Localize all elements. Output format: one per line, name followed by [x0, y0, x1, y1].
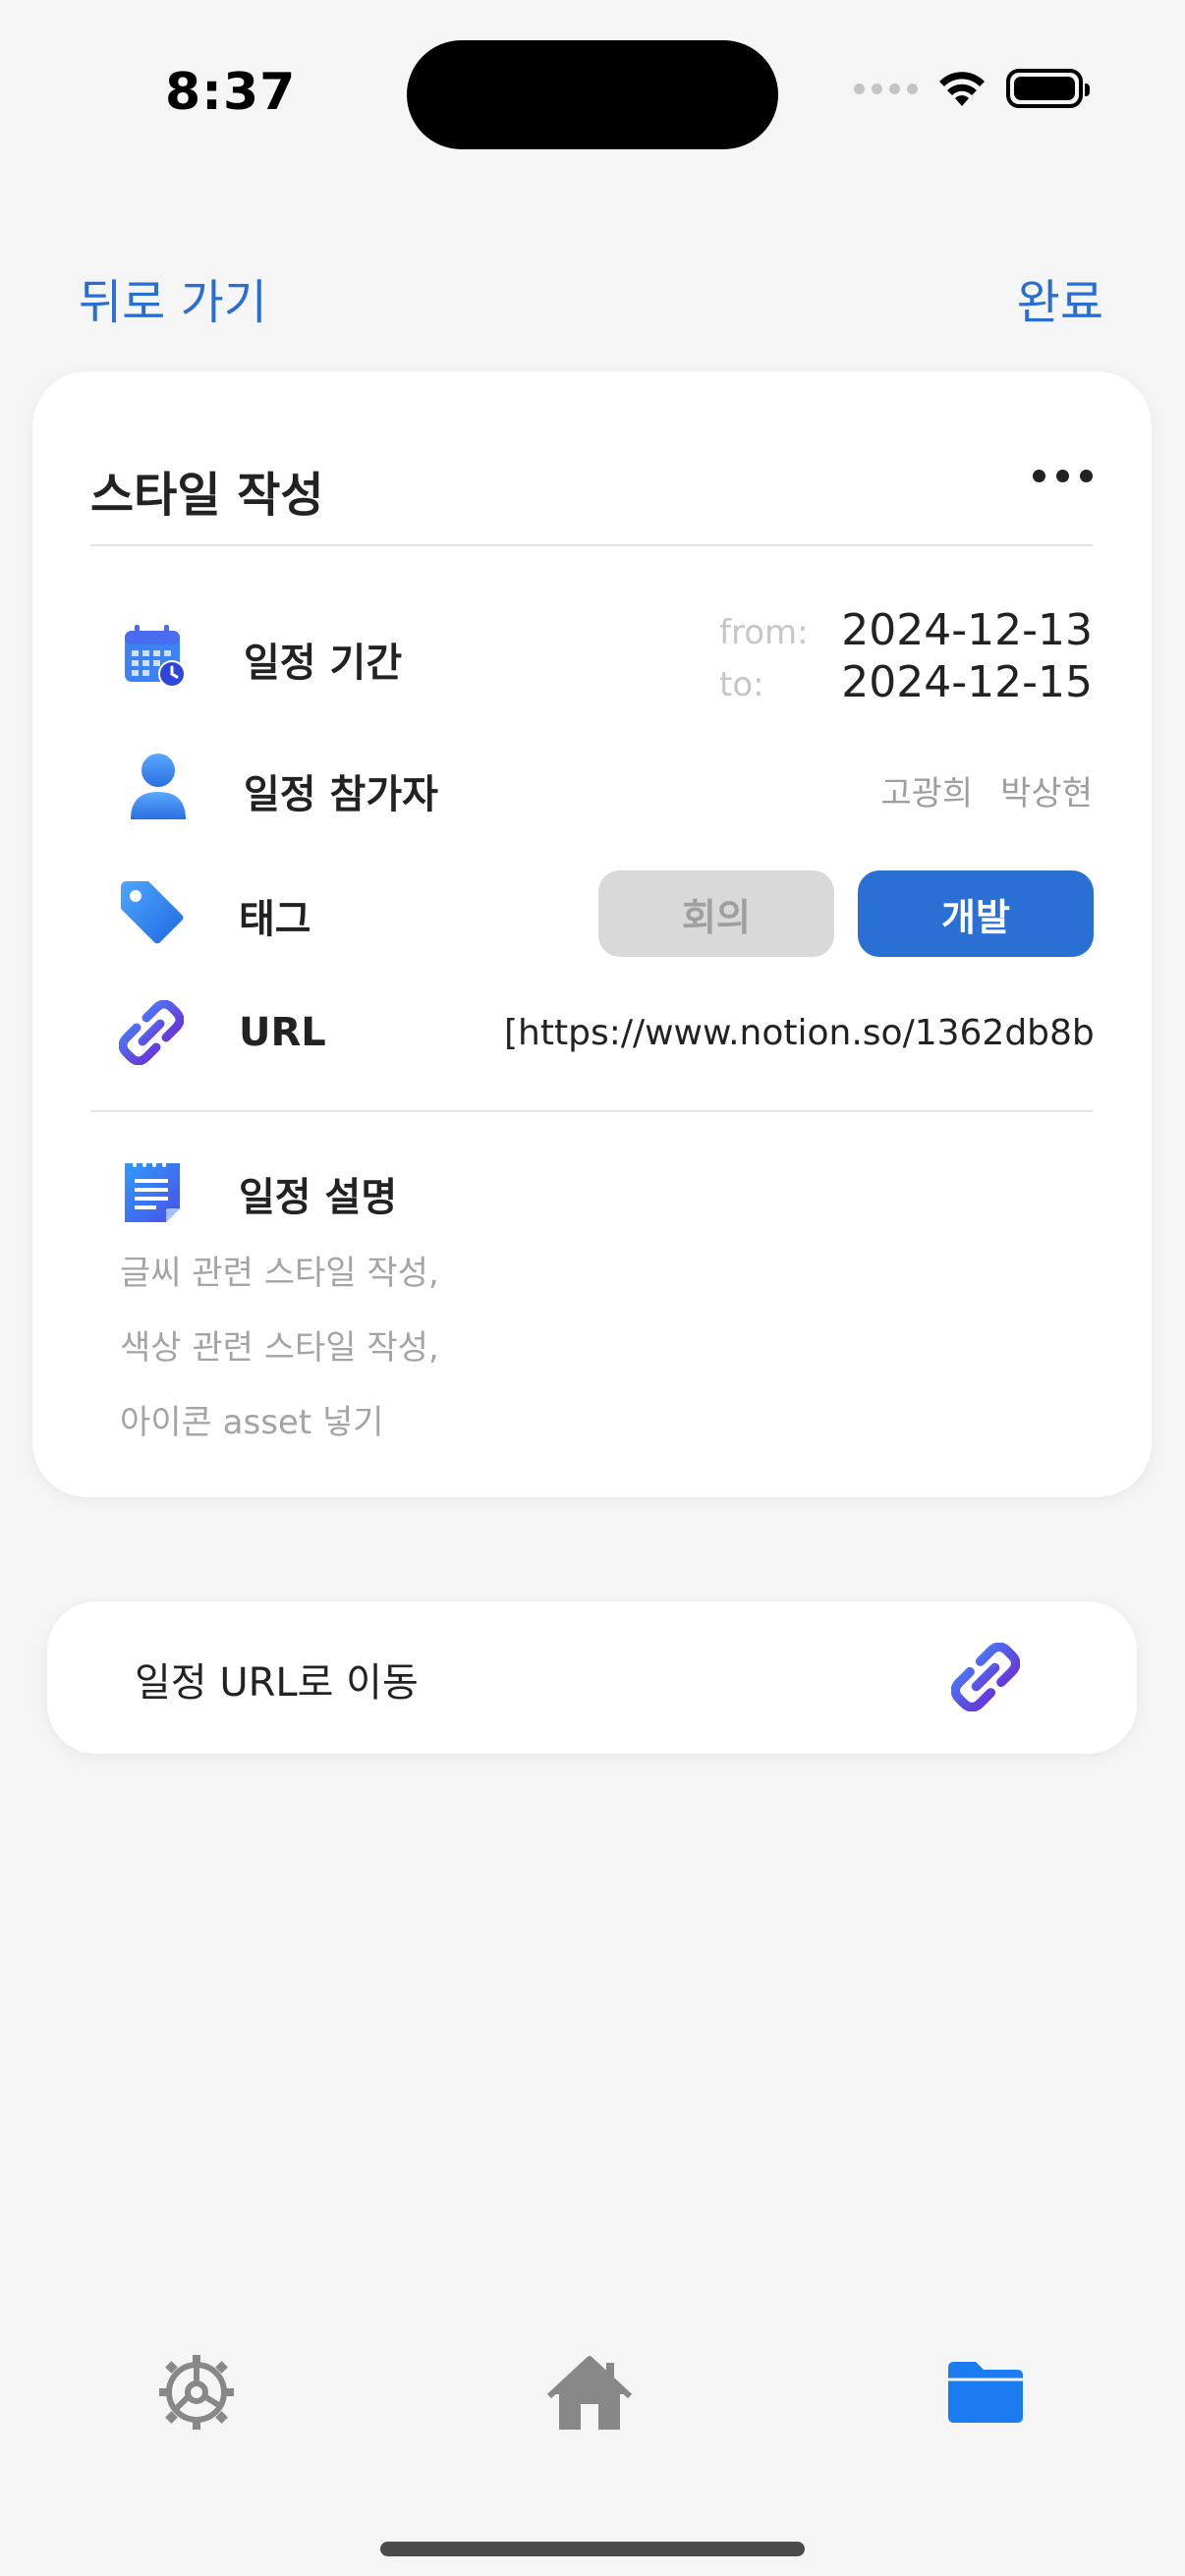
participant-name: 박상현 — [1000, 774, 1093, 813]
tab-settings[interactable] — [147, 2343, 246, 2441]
cellular-signal-icon — [854, 83, 918, 94]
participants-label: 일정 참가자 — [244, 772, 438, 817]
to-date[interactable]: 2024-12-15 — [841, 657, 1093, 707]
battery-icon — [1006, 69, 1090, 108]
dynamic-island — [407, 40, 778, 149]
to-label: to: — [719, 665, 764, 704]
date-range[interactable]: from: 2024-12-13 to: 2024-12-15 — [719, 605, 1093, 709]
description-line: 아이콘 asset 넣기 — [120, 1403, 384, 1442]
from-date[interactable]: 2024-12-13 — [841, 605, 1093, 655]
url-value[interactable]: [https://www.notion.so/1362db8b6225 — [504, 1013, 1094, 1053]
settings-icon — [159, 2355, 234, 2430]
tags-label: 태그 — [239, 897, 311, 942]
done-button[interactable]: 완료 — [1017, 263, 1103, 332]
description-line: 글씨 관련 스타일 작성, — [120, 1254, 439, 1293]
home-indicator[interactable] — [380, 2542, 805, 2556]
participants-list[interactable]: 고광희 박상현 — [880, 766, 1093, 814]
open-url-button[interactable]: 일정 URL로 이동 — [47, 1601, 1137, 1754]
open-url-label: 일정 URL로 이동 — [135, 1660, 419, 1706]
tag-icon — [121, 881, 184, 944]
description-label: 일정 설명 — [239, 1175, 398, 1220]
folder-icon — [948, 2362, 1023, 2423]
schedule-card: 스타일 작성 일정 기간 from: 2024-12-13 to: 2024-1… — [32, 371, 1152, 1497]
participant-name: 고광희 — [880, 774, 974, 813]
screen: 8:37 뒤로 가기 완료 스타일 작성 일정 기간 from: 2024-12… — [0, 0, 1185, 2576]
wifi-icon — [939, 72, 985, 106]
tag-meeting-chip[interactable]: 회의 — [598, 870, 834, 957]
home-icon — [547, 2356, 632, 2430]
back-button[interactable]: 뒤로 가기 — [79, 263, 267, 332]
link-icon — [119, 1000, 184, 1065]
tag-dev-chip[interactable]: 개발 — [858, 870, 1094, 957]
description-line: 색상 관련 스타일 작성, — [120, 1328, 439, 1368]
card-title: 스타일 작성 — [90, 468, 324, 523]
link-icon — [951, 1643, 1020, 1711]
tab-home[interactable] — [540, 2343, 639, 2441]
divider — [90, 544, 1093, 546]
status-icons — [854, 69, 1090, 108]
calendar-icon — [125, 625, 186, 688]
divider — [90, 1110, 1093, 1112]
from-label: from: — [719, 613, 809, 652]
more-options-icon[interactable] — [1033, 470, 1093, 482]
url-label: URL — [239, 1010, 326, 1055]
tab-folder[interactable] — [936, 2343, 1035, 2441]
schedule-period-label: 일정 기간 — [244, 641, 403, 686]
status-time: 8:37 — [165, 63, 297, 122]
notepad-icon — [125, 1157, 180, 1222]
person-icon — [131, 754, 186, 819]
description-text[interactable]: 글씨 관련 스타일 작성, 색상 관련 스타일 작성, 아이콘 asset 넣기 — [120, 1236, 439, 1460]
